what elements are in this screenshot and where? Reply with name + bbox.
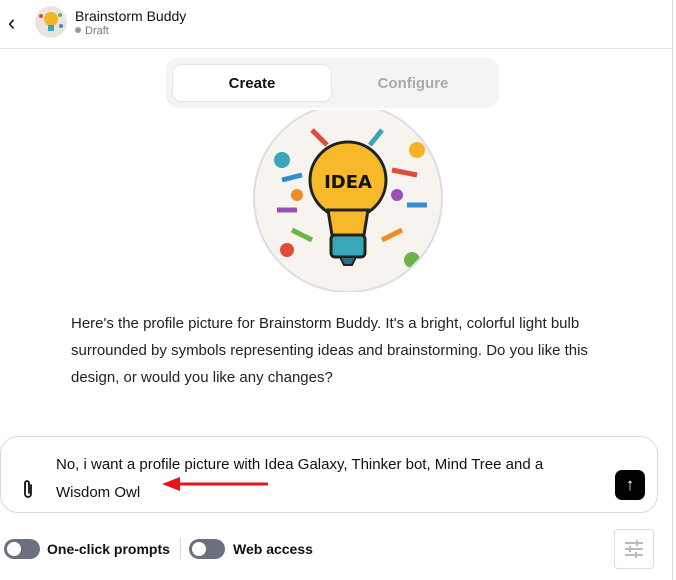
- scrollbar-edge: [672, 0, 673, 580]
- tab-configure[interactable]: Configure: [333, 64, 493, 102]
- paperclip-icon[interactable]: [21, 479, 35, 504]
- assistant-message: Here's the profile picture for Brainstor…: [71, 315, 588, 386]
- web-access-label: Web access: [233, 541, 313, 557]
- header: ‹ Brainstorm Buddy Draft: [0, 0, 672, 49]
- sliders-icon: [625, 540, 643, 558]
- one-click-prompts-toggle[interactable]: [4, 539, 40, 559]
- divider: [180, 538, 181, 560]
- send-button[interactable]: ↑: [615, 470, 645, 500]
- annotation-arrow-icon: [162, 477, 268, 491]
- message-composer[interactable]: No, i want a profile picture with Idea G…: [0, 436, 658, 513]
- arrow-up-icon: ↑: [625, 475, 635, 494]
- svg-text:IDEA: IDEA: [324, 172, 372, 193]
- settings-button[interactable]: [614, 529, 654, 569]
- profile-picture: IDEA: [252, 103, 444, 293]
- gpt-avatar: [35, 6, 67, 38]
- gpt-title: Brainstorm Buddy: [75, 8, 187, 24]
- one-click-prompts-label: One-click prompts: [47, 541, 170, 557]
- mode-tabs: Create Configure: [166, 58, 499, 108]
- web-access-toggle[interactable]: [189, 539, 225, 559]
- message-input[interactable]: No, i want a profile picture with Idea G…: [56, 451, 596, 507]
- status-draft: Draft: [75, 25, 109, 37]
- tab-create[interactable]: Create: [172, 64, 332, 102]
- back-chevron-icon[interactable]: ‹: [8, 10, 15, 36]
